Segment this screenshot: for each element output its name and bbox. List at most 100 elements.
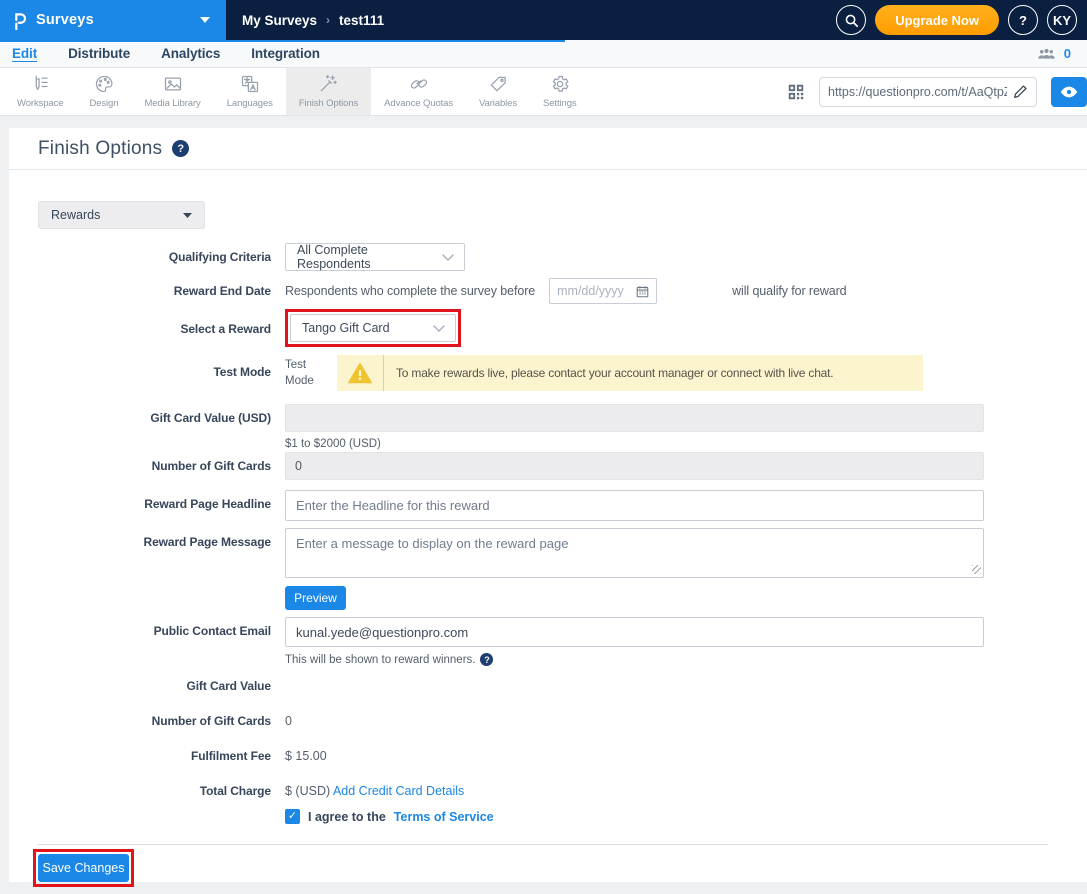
chevron-down-icon	[433, 325, 445, 332]
app-header: Surveys My Surveys › test111 Upgrade Now…	[0, 0, 1087, 40]
brand-label: Surveys	[36, 12, 94, 28]
total-charge-value: $ (USD)	[285, 784, 330, 798]
preview-survey-button[interactable]	[1051, 77, 1087, 107]
agree-text: I agree to the	[308, 810, 386, 824]
preview-row: Preview	[38, 586, 1087, 610]
calendar-icon	[636, 285, 649, 298]
page-title: Finish Options	[38, 138, 162, 160]
product-switcher[interactable]: Surveys	[0, 0, 226, 40]
question-mark-icon: ?	[1019, 13, 1027, 28]
tool-languages[interactable]: Languages	[214, 68, 286, 115]
fulfilment-fee-value: $ 15.00	[285, 749, 327, 763]
test-mode-row: Test Mode Test Mode To make rewards live…	[38, 355, 1087, 391]
tab-edit[interactable]: Edit	[12, 46, 37, 61]
breadcrumb-survey-name: test111	[339, 13, 384, 28]
workspace-icon	[30, 74, 50, 94]
contact-email-hint: This will be shown to reward winners.	[285, 654, 475, 666]
gift-card-value-label: Gift Card Value (USD)	[38, 404, 271, 425]
design-icon	[94, 74, 114, 94]
contact-email-help-icon[interactable]: ?	[480, 653, 493, 666]
total-charge-row: Total Charge $ (USD) Add Credit Card Det…	[38, 784, 1087, 798]
survey-url-input[interactable]	[828, 85, 1007, 99]
breadcrumb-separator: ›	[326, 13, 330, 27]
avatar[interactable]: KY	[1047, 5, 1077, 35]
end-date-suffix-text: will qualify for reward	[732, 284, 846, 298]
page-help-icon[interactable]: ?	[172, 140, 189, 157]
qualifying-criteria-select[interactable]: All Complete Respondents	[285, 243, 465, 271]
date-placeholder: mm/dd/yyyy	[557, 284, 624, 298]
save-changes-button[interactable]: Save Changes	[38, 854, 129, 882]
num-gift-cards-label: Number of Gift Cards	[38, 452, 271, 473]
survey-url-field	[819, 77, 1037, 107]
end-date-input[interactable]: mm/dd/yyyy	[549, 278, 657, 304]
test-mode-label: Test Mode	[38, 355, 271, 379]
num-gift-cards-input: 0	[285, 452, 984, 480]
preview-button[interactable]: Preview	[285, 586, 346, 610]
red-annotation-box-save: Save Changes	[33, 849, 134, 887]
tool-settings[interactable]: Settings	[530, 68, 590, 115]
tab-analytics[interactable]: Analytics	[161, 46, 220, 61]
breadcrumb: My Surveys › test111	[226, 0, 384, 40]
edit-url-pencil-icon[interactable]	[1013, 84, 1028, 99]
tab-integration[interactable]: Integration	[251, 46, 320, 61]
eye-icon	[1060, 85, 1078, 99]
select-reward-select[interactable]: Tango Gift Card	[290, 314, 456, 342]
gift-card-value-input	[285, 404, 984, 432]
test-mode-status: Test Mode	[285, 355, 337, 391]
end-date-prefix-text: Respondents who complete the survey befo…	[285, 284, 535, 298]
survey-nav-tabs: Edit Distribute Analytics Integration 0	[0, 40, 1087, 68]
summary-num-cards-label: Number of Gift Cards	[38, 714, 271, 728]
select-reward-row: Select a Reward Tango Gift Card	[38, 309, 1087, 347]
chevron-down-icon[interactable]	[200, 17, 210, 23]
tool-design[interactable]: Design	[76, 68, 131, 115]
help-button[interactable]: ?	[1008, 5, 1038, 35]
edit-toolbar: Workspace Design Media Library Languages…	[0, 68, 1087, 116]
tool-media-library[interactable]: Media Library	[131, 68, 213, 115]
headline-input[interactable]	[285, 490, 984, 521]
finish-options-panel: Finish Options ? Rewards Qualifying Crit…	[9, 128, 1087, 882]
test-mode-warning: To make rewards live, please contact you…	[337, 355, 923, 391]
add-credit-card-link[interactable]: Add Credit Card Details	[333, 784, 464, 798]
advance-quotas-icon	[409, 74, 429, 94]
people-icon	[1037, 47, 1056, 60]
summary-gift-card-value-label: Gift Card Value	[38, 679, 271, 693]
select-reward-label: Select a Reward	[38, 309, 271, 336]
warning-text: To make rewards live, please contact you…	[384, 366, 845, 380]
tool-workspace[interactable]: Workspace	[4, 68, 76, 115]
agreement-row: ✓ I agree to the Terms of Service	[38, 798, 1087, 824]
qualifying-criteria-label: Qualifying Criteria	[38, 243, 271, 264]
terms-of-service-link[interactable]: Terms of Service	[394, 810, 494, 824]
search-icon	[844, 13, 859, 28]
questionpro-logo-icon	[12, 10, 27, 30]
rewards-form: Rewards Qualifying Criteria All Complete…	[9, 201, 1087, 887]
breadcrumb-my-surveys[interactable]: My Surveys	[242, 13, 317, 28]
upgrade-now-button[interactable]: Upgrade Now	[875, 5, 999, 35]
headline-label: Reward Page Headline	[38, 490, 271, 511]
languages-icon	[240, 74, 260, 94]
caret-down-icon	[183, 213, 192, 218]
message-textarea[interactable]	[285, 528, 984, 578]
variables-icon	[488, 74, 508, 94]
collaborators-indicator[interactable]: 0	[1037, 46, 1087, 61]
fulfilment-fee-row: Fulfilment Fee $ 15.00	[38, 749, 1087, 763]
contact-email-input[interactable]	[285, 617, 984, 647]
tab-distribute[interactable]: Distribute	[68, 46, 130, 61]
contact-email-row: Public Contact Email This will be shown …	[38, 617, 1087, 666]
tool-variables[interactable]: Variables	[466, 68, 530, 115]
summary-gift-card-value-row: Gift Card Value	[38, 679, 1087, 693]
header-actions: Upgrade Now ? KY	[836, 0, 1087, 40]
total-charge-label: Total Charge	[38, 784, 271, 798]
agree-checkbox[interactable]: ✓	[285, 809, 300, 824]
fulfilment-fee-label: Fulfilment Fee	[38, 749, 271, 763]
reward-end-date-label: Reward End Date	[38, 277, 271, 298]
num-gift-cards-row: Number of Gift Cards 0	[38, 452, 1087, 480]
headline-row: Reward Page Headline	[38, 490, 1087, 521]
qr-code-icon[interactable]	[787, 83, 805, 101]
tool-advance-quotas[interactable]: Advance Quotas	[371, 68, 466, 115]
section-select-rewards[interactable]: Rewards	[38, 201, 205, 229]
resize-handle[interactable]	[972, 565, 981, 574]
tool-finish-options[interactable]: Finish Options	[286, 68, 371, 115]
chevron-down-icon	[442, 254, 454, 261]
search-button[interactable]	[836, 5, 866, 35]
gift-card-value-hint: $1 to $2000 (USD)	[285, 438, 984, 450]
